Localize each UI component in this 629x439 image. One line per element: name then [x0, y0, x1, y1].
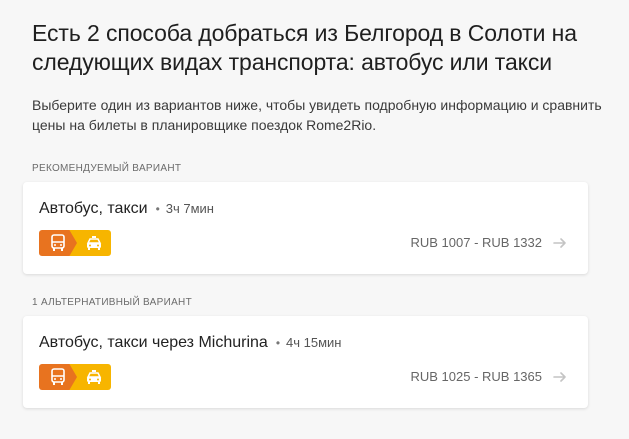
route-duration: 3ч 7мин [165, 201, 214, 216]
bus-icon [39, 230, 77, 256]
route-header: Автобус, такси через Michurina • 4ч 15ми… [39, 334, 341, 352]
page-title: Есть 2 способа добраться из Белгород в С… [32, 20, 577, 75]
bus-icon [39, 364, 77, 390]
separator-dot: • [275, 336, 281, 350]
route-name: Автобус, такси через Michurina [39, 334, 268, 351]
alternative-section-label: 1 АЛЬТЕРНАТИВНЫЙ ВАРИАНТ [32, 297, 192, 308]
page-description: Выберите один из вариантов ниже, чтобы у… [32, 97, 602, 133]
transport-modes [39, 230, 111, 256]
route-header: Автобус, такси • 3ч 7мин [39, 200, 214, 218]
price-range: RUB 1025 - RUB 1365 [410, 369, 542, 384]
route-name: Автобус, такси [39, 200, 148, 217]
route-card-alternative[interactable]: Автобус, такси через Michurina • 4ч 15ми… [23, 316, 588, 408]
route-card-recommended[interactable]: Автобус, такси • 3ч 7мин RUB 1007 - RUB … [23, 182, 588, 274]
recommended-section-label: РЕКОМЕНДУЕМЫЙ ВАРИАНТ [32, 163, 182, 174]
price-range: RUB 1007 - RUB 1332 [410, 235, 542, 250]
route-duration: 4ч 15мин [286, 335, 342, 350]
separator-dot: • [155, 202, 160, 216]
page: Есть 2 способа добраться из Белгород в С… [0, 0, 629, 439]
transport-modes [39, 364, 111, 390]
arrow-right-icon [552, 369, 568, 385]
arrow-right-icon [552, 235, 568, 251]
